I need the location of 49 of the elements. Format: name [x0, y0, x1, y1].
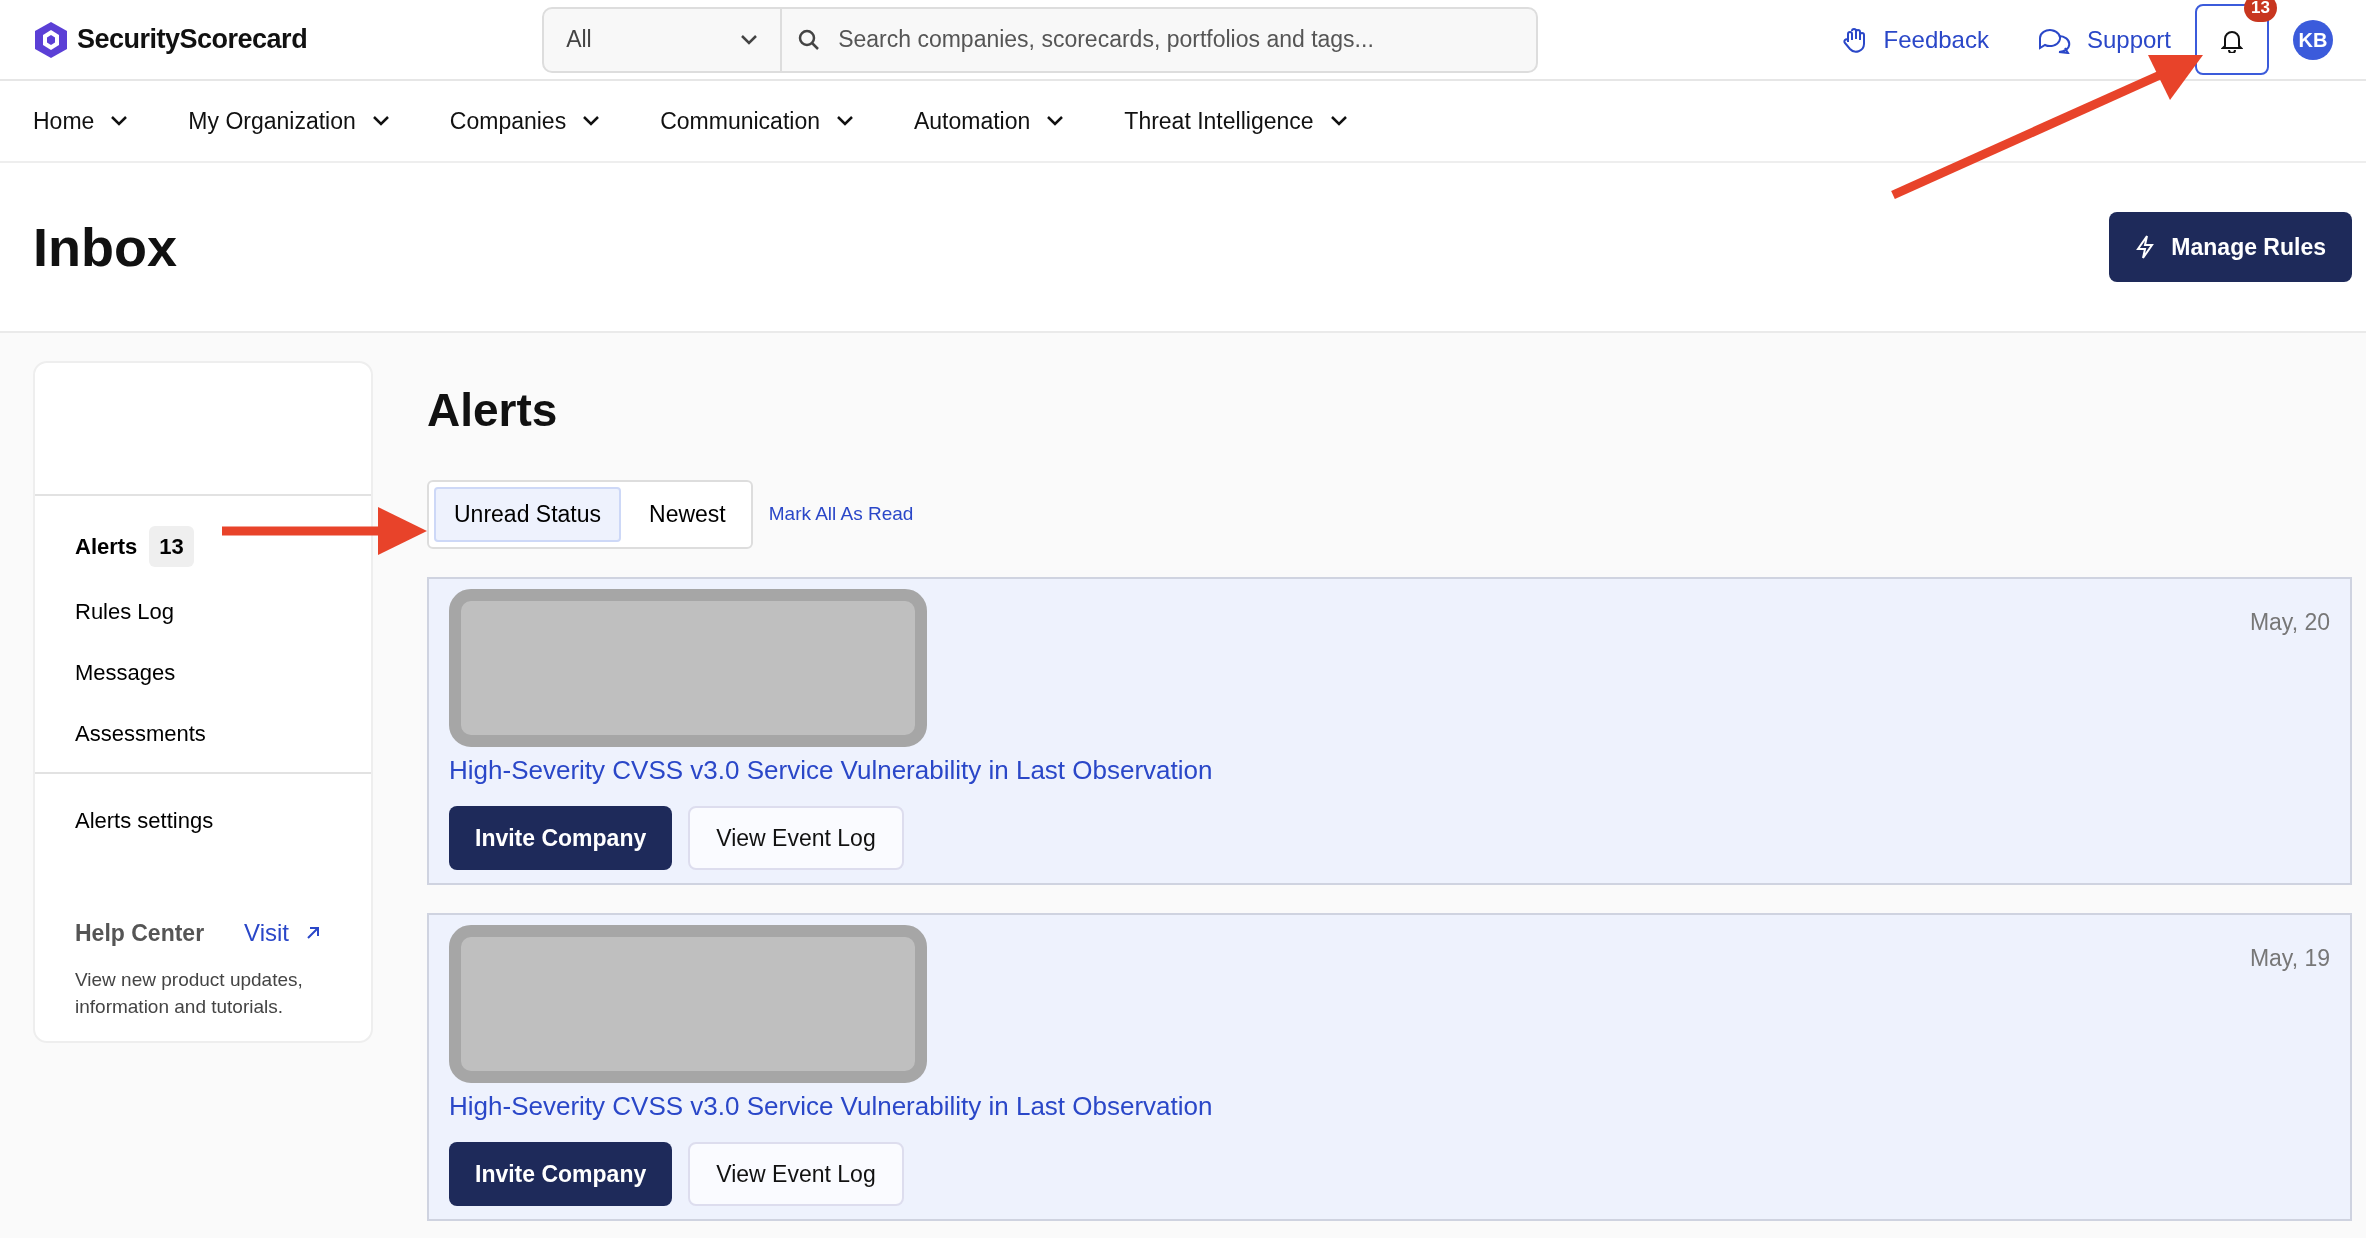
invite-company-button[interactable]: Invite Company: [449, 805, 673, 871]
arrow-icon: [305, 925, 321, 941]
notification-count: 13: [2244, 0, 2277, 22]
sort-option[interactable]: Unread Status: [434, 487, 622, 542]
mark-all-read-link[interactable]: Mark All As Read: [768, 500, 914, 529]
chevron-down-icon: [740, 33, 759, 46]
nav-menu-item[interactable]: Home: [33, 103, 129, 139]
alert-title-link[interactable]: High-Severity CVSS v3.0 Service Vulnerability in Last Observation: [449, 1086, 1213, 1126]
nav-menu-item[interactable]: Automation: [913, 103, 1065, 139]
search-icon: [798, 28, 821, 51]
nav-menu-item[interactable]: Threat Intelligence: [1124, 103, 1348, 139]
view-event-log-button[interactable]: View Event Log: [688, 1141, 904, 1207]
scope-dropdown[interactable]: All: [542, 6, 783, 73]
chevron-down-icon: [835, 115, 854, 127]
feedback-link[interactable]: Feedback: [1841, 21, 1989, 58]
nav-menu-item[interactable]: Companies: [449, 103, 601, 139]
nav-menu-item[interactable]: My Organization: [188, 103, 390, 139]
sidebar-item[interactable]: Rules Log: [35, 581, 371, 642]
user-avatar[interactable]: KB: [2293, 19, 2333, 60]
chevron-down-icon: [1329, 115, 1348, 127]
view-event-log-button[interactable]: View Event Log: [688, 805, 904, 871]
chevron-down-icon: [1046, 115, 1065, 127]
visit-link[interactable]: Visit: [244, 915, 321, 951]
search-bar[interactable]: Search companies, scorecards, portfolios and tags...: [782, 6, 1539, 73]
alerts-settings-link[interactable]: Alerts settings: [35, 790, 371, 851]
manage-rules-button[interactable]: Manage Rules: [2109, 211, 2352, 283]
chevron-down-icon: [582, 115, 601, 127]
alert-date: May, 20: [2249, 607, 2330, 637]
nav-menu-item[interactable]: Communication: [660, 103, 854, 139]
hand-icon: [1841, 25, 1868, 54]
logo-text: SecurityScorecard: [77, 23, 308, 57]
chevron-down-icon: [371, 115, 390, 127]
help-center-description: View new product updates, information and tutorials.: [74, 968, 304, 1019]
sidebar-item[interactable]: Assessments: [35, 703, 371, 764]
lightning-icon: [2135, 234, 2156, 260]
logo-icon: [33, 20, 69, 59]
page-title: Inbox: [33, 215, 177, 279]
search-field[interactable]: Search companies, scorecards, portfolios and tags...: [836, 21, 1521, 58]
alert-title-link[interactable]: High-Severity CVSS v3.0 Service Vulnerability in Last Observation: [449, 750, 1213, 790]
section-title: Alerts: [427, 383, 559, 438]
help-center-title: Help Center: [75, 918, 205, 948]
chevron-down-icon: [110, 115, 129, 127]
sidebar-item[interactable]: Alerts 13: [35, 512, 371, 581]
bell-icon: [2221, 29, 2243, 54]
support-link[interactable]: Support: [2036, 21, 2171, 58]
invite-company-button[interactable]: Invite Company: [449, 1141, 673, 1207]
sidebar-item[interactable]: Messages: [35, 642, 371, 703]
sort-option[interactable]: Newest: [629, 487, 746, 542]
alert-date: May, 19: [2249, 943, 2330, 973]
